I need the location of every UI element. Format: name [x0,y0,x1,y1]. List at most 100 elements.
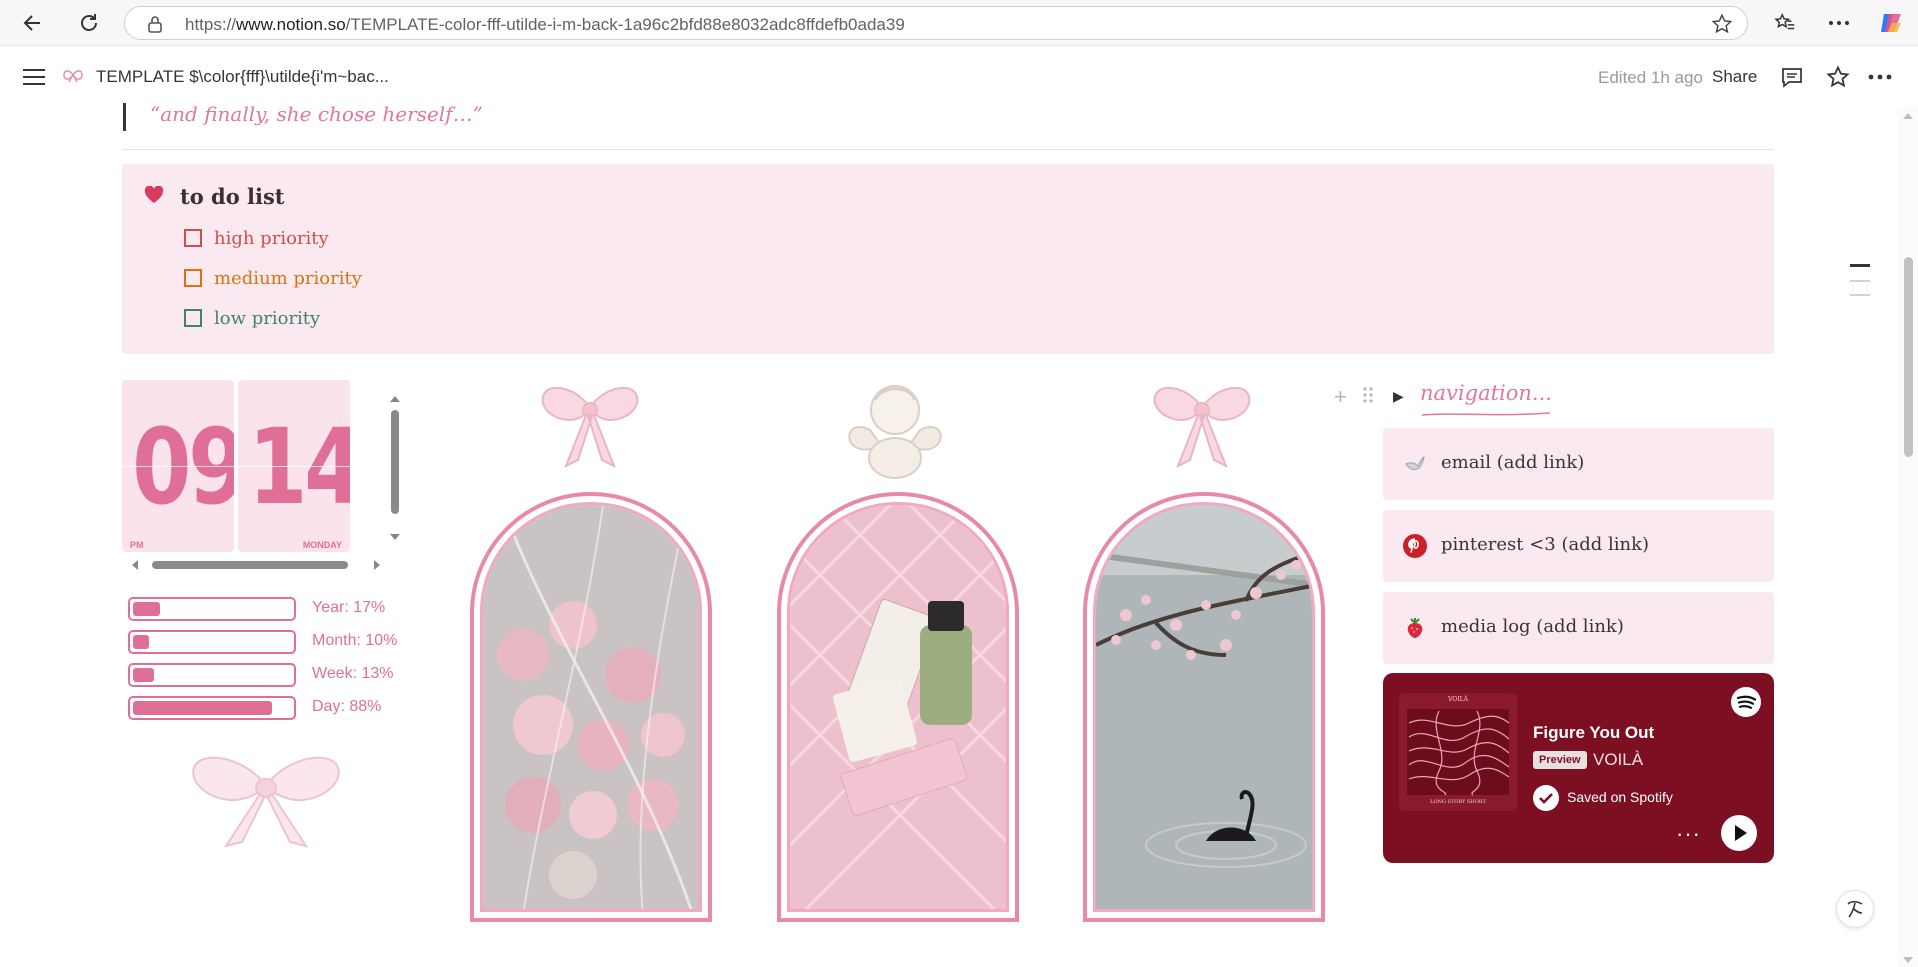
page-title[interactable]: TEMPLATE $\color{fff}\utilde{i'm~bac... [96,67,389,87]
share-button[interactable]: Share [1712,67,1757,87]
clock-hour: 09 [132,406,234,528]
clock-period: PM [130,540,144,550]
url-text: https://www.notion.so/TEMPLATE-color-fff… [185,15,905,35]
page-options-icon[interactable] [1866,63,1894,91]
url-prefix: https:// [185,15,237,34]
comments-icon[interactable] [1778,63,1806,91]
arch-photo-flowers[interactable] [470,492,712,922]
drag-handle-icon[interactable] [1362,386,1374,409]
progress-fill [133,602,160,616]
favorite-star-icon[interactable] [1824,63,1852,91]
nav-link-pinterest[interactable]: pinterest <3 (add link) [1383,510,1774,582]
todo-label[interactable]: low priority [214,308,320,329]
preview-badge: Preview [1533,751,1587,769]
progress-bar [128,663,296,687]
basket-photo [787,502,1009,912]
back-arrow-icon[interactable] [16,6,50,40]
play-button[interactable] [1721,815,1757,851]
song-title[interactable]: Figure You Out [1533,723,1654,743]
album-top-text: VOILÀ [1448,696,1468,703]
album-bottom-text: LONG STORY SHORT [1430,799,1486,805]
progress-fill [133,635,149,649]
underline-squiggle [1421,412,1551,416]
url-path: /TEMPLATE-color-fff-utilde-i-m-back-1a96… [345,15,905,34]
favorite-star-icon[interactable] [1711,13,1733,40]
flip-clock-widget[interactable]: 09 PM 14 MONDAY [122,380,410,570]
todo-callout: to do list high priority medium priority… [122,164,1774,354]
notion-topbar: TEMPLATE $\color{fff}\utilde{i'm~bac... … [0,47,1900,107]
clock-hour-card: 09 PM [122,380,234,552]
todo-checkbox[interactable] [184,269,202,287]
divider [122,149,1774,150]
navigation-title[interactable]: navigation... [1420,381,1552,405]
page-quote[interactable]: “and finally, she chose herself…” [150,102,483,126]
progress-fill [133,668,154,682]
todo-item-high: high priority [184,223,329,253]
spotify-logo-icon[interactable] [1731,687,1761,717]
more-options-icon[interactable]: ··· [1676,821,1701,847]
more-menu-icon[interactable] [1822,8,1856,38]
page-scrollbar[interactable] [1898,107,1918,967]
nav-link-email[interactable]: email (add link) [1383,428,1774,500]
address-bar[interactable]: https://www.notion.so/TEMPLATE-color-fff… [124,6,1748,40]
bow-image [192,756,340,848]
bow-image [541,386,639,469]
help-icon [1847,900,1863,918]
artist-name[interactable]: VOILÀ [1593,750,1643,770]
add-block-icon[interactable]: + [1334,384,1347,410]
bow-emoji-icon [62,67,84,88]
angel-statue-image [848,385,942,479]
url-domain: www.notion.so [236,15,346,34]
progress-label: Week: 13% [312,665,394,682]
heart-icon [144,185,164,209]
copilot-icon[interactable] [1874,8,1908,38]
page-outline-icon[interactable] [1850,264,1870,304]
arch-photo-basket[interactable] [777,492,1019,922]
spotify-embed[interactable]: VOILÀ LONG STORY SHORT Figure You Out Pr… [1383,673,1774,863]
favorites-icon[interactable] [1768,8,1802,38]
dove-icon [1401,450,1429,478]
bow-image [1153,386,1251,469]
progress-fill [133,701,273,715]
lock-icon[interactable] [147,15,163,38]
arch-photo-swan[interactable] [1083,492,1325,922]
saved-check-icon[interactable] [1533,785,1559,811]
flowers-photo [480,502,702,912]
nav-link-label: email (add link) [1441,452,1585,473]
strawberry-icon [1401,614,1429,642]
embed-horizontal-scrollbar[interactable] [126,556,406,574]
nav-link-media-log[interactable]: media log (add link) [1383,592,1774,664]
swan-photo [1093,502,1315,912]
todo-title[interactable]: to do list [180,184,285,209]
edited-timestamp: Edited 1h ago [1598,68,1703,87]
pinterest-icon [1401,532,1429,560]
album-cover[interactable]: VOILÀ LONG STORY SHORT [1399,693,1517,811]
progress-label: Month: 10% [312,632,398,649]
sidebar-menu-icon[interactable] [20,63,48,91]
clock-day: MONDAY [302,540,342,550]
nav-link-label: pinterest <3 (add link) [1441,534,1650,555]
todo-label[interactable]: medium priority [214,268,362,289]
todo-item-medium: medium priority [184,263,362,293]
todo-checkbox[interactable] [184,309,202,327]
clock-minute-card: 14 MONDAY [238,380,350,552]
quote-bar [123,103,126,131]
help-button[interactable] [1836,890,1874,928]
progress-bar [128,630,296,654]
progress-label: Day: 88% [312,698,382,715]
todo-item-low: low priority [184,303,320,333]
reload-icon[interactable] [72,6,106,40]
nav-link-label: media log (add link) [1441,616,1624,637]
flip-divider [238,466,350,467]
progress-bar [128,696,296,720]
progress-bar [128,597,296,621]
progress-label: Year: 17% [312,599,386,616]
todo-checkbox[interactable] [184,229,202,247]
todo-label[interactable]: high priority [214,228,329,249]
toggle-triangle-icon[interactable]: ▶ [1393,388,1404,405]
flip-divider [122,466,234,467]
saved-on-spotify-label: Saved on Spotify [1567,789,1673,805]
browser-toolbar: https://www.notion.so/TEMPLATE-color-fff… [0,0,1918,46]
clock-minute: 14 [248,406,350,528]
embed-vertical-scrollbar[interactable] [386,390,404,546]
